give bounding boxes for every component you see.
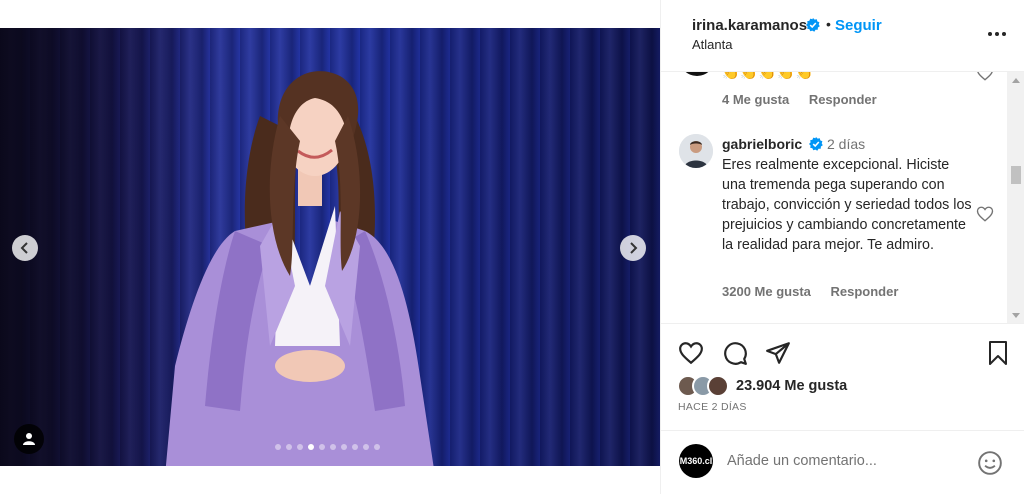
carousel-dot [374,444,380,450]
likes-count[interactable]: 23.904 Me gusta [736,378,847,394]
comment-text: 👏👏👏👏👏 [722,72,815,80]
author-username[interactable]: irina.karamanos [692,17,807,34]
chevron-left-icon [20,242,28,254]
tagged-users-button[interactable] [14,424,44,454]
instagram-post-modal: irina.karamanos • Seguir Atlanta 👏👏👏👏👏 4… [0,0,1024,494]
post-actions [661,340,1024,368]
comment-meta: 3200 Me gusta Responder [722,284,914,299]
carousel-dot [352,444,358,450]
comment-username[interactable]: gabrielboric [722,136,802,152]
post-timestamp[interactable]: HACE 2 DÍAS [678,401,747,413]
verified-badge-icon [809,137,823,151]
scroll-thumb[interactable] [1011,166,1021,184]
comments-scrollbar[interactable] [1007,72,1024,323]
carousel-dot [363,444,369,450]
more-options-icon[interactable] [987,24,1007,44]
chevron-right-icon [630,242,638,254]
previous-photo-button[interactable] [12,235,38,261]
share-icon[interactable] [765,340,791,366]
scroll-up-arrow[interactable] [1012,78,1020,83]
carousel-dot [286,444,292,450]
liker-avatar [707,375,729,397]
carousel-dot [330,444,336,450]
next-photo-button[interactable] [620,235,646,261]
carousel-indicator [275,444,380,450]
carousel-dot [275,444,281,450]
carousel-dot [341,444,347,450]
verified-badge-icon [806,18,820,32]
bookmark-icon[interactable] [986,340,1010,366]
comments-list[interactable]: 👏👏👏👏👏 4 Me gusta Responder gabrielboric [661,72,1024,324]
comment-icon[interactable] [722,340,748,366]
post-photo[interactable] [0,28,660,466]
carousel-dot [297,444,303,450]
header-separator: • [826,16,831,32]
comment-text: Eres realmente excepcional. Hiciste una … [722,157,972,253]
current-user-avatar[interactable]: M360.cl [679,444,713,478]
speaker-figure [165,71,434,466]
comment-like-icon[interactable] [976,205,994,223]
scroll-down-arrow[interactable] [1012,313,1020,318]
reply-button[interactable]: Responder [809,92,877,107]
follow-button[interactable]: Seguir [835,17,882,34]
comment-composer: M360.cl [661,430,1024,494]
comment-input[interactable] [727,453,967,469]
post-side-panel: irina.karamanos • Seguir Atlanta 👏👏👏👏👏 4… [660,0,1024,494]
comment-likes[interactable]: 3200 Me gusta [722,284,811,299]
reply-button[interactable]: Responder [831,284,899,299]
comment-time[interactable]: 2 días [827,136,865,152]
emoji-icon[interactable] [977,450,1003,476]
heart-icon[interactable] [678,340,704,366]
comment-avatar[interactable] [679,134,713,168]
post-location[interactable]: Atlanta [692,37,732,52]
comment-like-icon[interactable] [976,72,994,82]
avatar-label: M360.cl [679,456,713,466]
comment-likes[interactable]: 4 Me gusta [722,92,789,107]
carousel-dot [308,444,314,450]
comment-avatar[interactable] [679,72,715,76]
comment-meta: 4 Me gusta Responder [722,92,893,107]
post-header: irina.karamanos • Seguir Atlanta [661,0,1024,72]
carousel-dot [319,444,325,450]
avatar-image [679,134,713,168]
user-icon [23,433,35,445]
likes-summary[interactable]: 23.904 Me gusta [677,374,847,398]
